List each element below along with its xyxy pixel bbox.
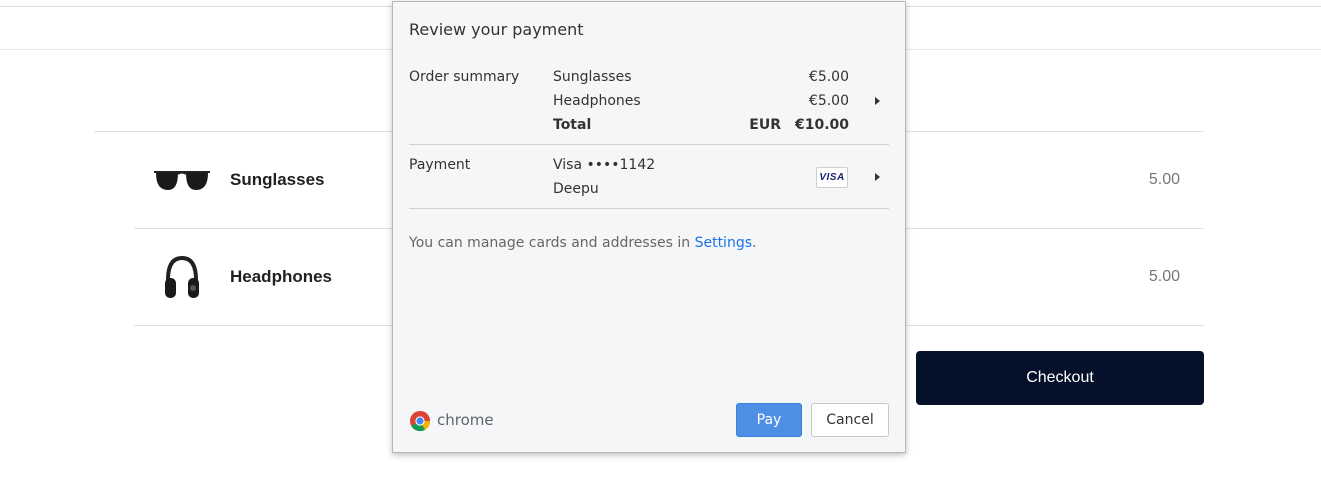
visa-card-icon: VISA [816,167,848,188]
chrome-brand-text: chrome [437,411,494,429]
settings-link[interactable]: Settings [695,235,752,251]
sunglasses-icon [150,156,214,204]
total-amount: €10.00 [794,117,849,133]
pay-button[interactable]: Pay [736,403,802,437]
checkout-button[interactable]: Checkout [916,351,1204,405]
summary-item-name: Headphones [553,93,641,109]
manage-note: You can manage cards and addresses in Se… [409,235,756,251]
headphones-icon [150,253,214,301]
cart-item-price: 5.00 [1148,171,1180,188]
payment-dialog: Review your payment Order summary Sungla… [392,1,906,453]
summary-item-name: Sunglasses [553,69,632,85]
chrome-logo-icon [410,411,431,432]
payment-holder: Deepu [553,181,599,197]
summary-item-amount: €5.00 [808,93,849,109]
cancel-button[interactable]: Cancel [811,403,889,437]
summary-item-amount: €5.00 [808,69,849,85]
cart-item-name: Sunglasses [230,170,325,189]
total-currency: EUR [749,117,781,133]
payment-card: Visa ••••1142 [553,157,656,173]
payment-label: Payment [409,157,471,173]
section-divider [409,208,889,209]
cart-item-price: 5.00 [1148,268,1180,285]
section-divider [409,144,889,145]
payment-expand-icon[interactable] [875,173,880,181]
dialog-title: Review your payment [409,20,584,39]
manage-note-text: You can manage cards and addresses in [409,235,695,251]
visa-brand-text: VISA [819,172,845,183]
cart-item-name: Headphones [230,267,333,286]
order-summary-expand-icon[interactable] [875,97,880,105]
manage-note-end: . [752,235,757,251]
order-summary-label: Order summary [409,69,520,85]
total-label: Total [553,117,592,133]
